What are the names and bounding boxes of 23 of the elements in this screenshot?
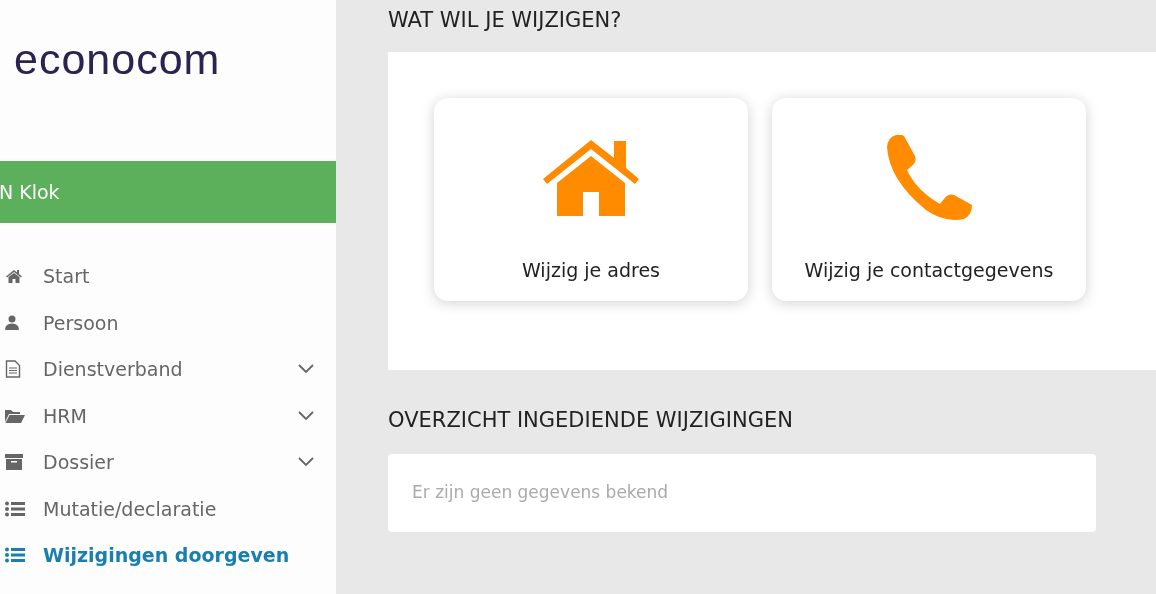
sidebar-item[interactable]: Mutatie/declaratie <box>0 485 336 532</box>
house-icon <box>543 140 639 216</box>
phone-icon <box>886 135 972 221</box>
section-heading: WAT WIL JE WIJZIGEN? <box>388 7 623 34</box>
folder-icon <box>5 408 25 423</box>
sidebar-item[interactable]: Dossier <box>0 439 336 486</box>
user-name: N Klok <box>0 179 60 205</box>
section-heading: OVERZICHT INGEDIENDE WIJZIGINGEN <box>388 407 794 434</box>
archive-box-icon <box>5 454 23 471</box>
sidebar-item[interactable]: Wijzigingen doorgeven <box>0 532 336 579</box>
sidebar-item[interactable]: Persoon <box>0 299 336 346</box>
list-icon <box>5 547 25 564</box>
sidebar-item[interactable]: HRM <box>0 392 336 439</box>
logo: econocom <box>14 38 221 81</box>
option-card[interactable]: Wijzig je contactgegevens <box>772 98 1086 301</box>
sidebar-item[interactable]: Dienstverband <box>0 346 336 393</box>
person-icon <box>5 314 19 331</box>
document-icon <box>5 360 21 379</box>
empty-message: Er zijn geen gegevens bekend <box>412 481 669 505</box>
option-card[interactable]: Wijzig je adres <box>434 98 748 301</box>
sidebar-item[interactable]: Start <box>0 253 336 300</box>
home-icon <box>5 268 23 285</box>
list-icon <box>5 500 25 517</box>
